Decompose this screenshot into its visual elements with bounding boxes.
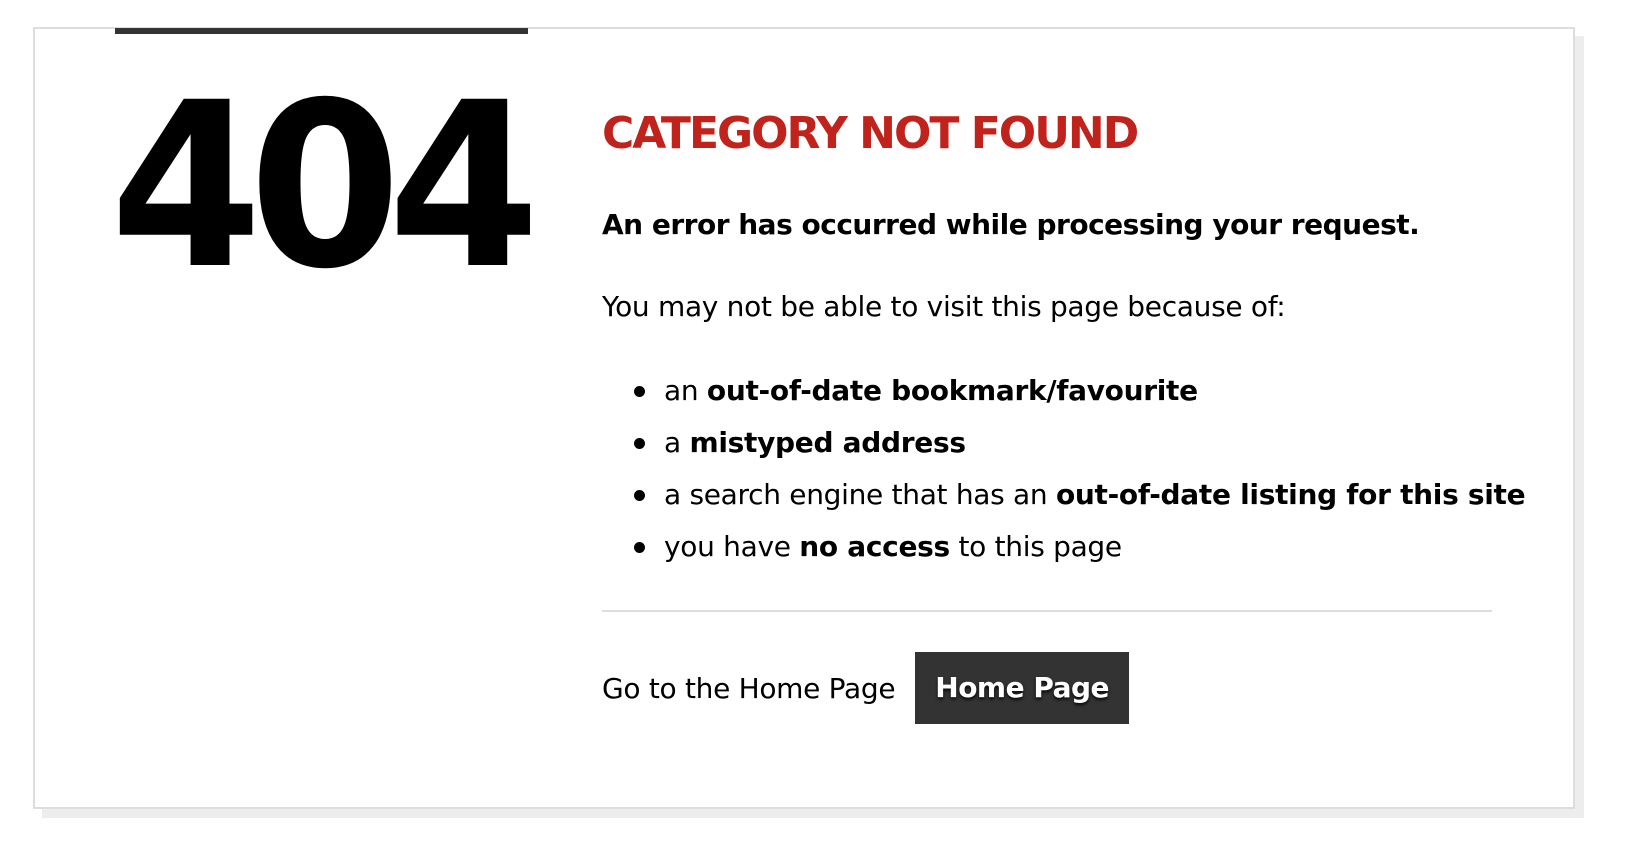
reason-emphasis: out-of-date listing for this site <box>1055 478 1526 511</box>
home-text: Go to the Home Page <box>602 671 896 705</box>
reason-suffix: to this page <box>949 530 1122 563</box>
home-row: Go to the Home Page Home Page <box>602 652 1130 724</box>
divider <box>602 610 1492 612</box>
error-code: 404 <box>110 53 540 319</box>
list-item: you have no access to this page <box>634 521 1525 573</box>
list-item: a search engine that has an out-of-date … <box>634 469 1526 521</box>
reason-emphasis: out-of-date bookmark/favourite <box>706 374 1198 407</box>
reasons-list: an out-of-date bookmark/favourite a mist… <box>602 365 1526 573</box>
bullet-icon <box>634 438 645 449</box>
reason-emphasis: no access <box>799 530 950 563</box>
reason-prefix: a search engine that has an <box>664 478 1056 511</box>
list-item: an out-of-date bookmark/favourite <box>634 365 1525 417</box>
reason-prefix: a <box>664 426 690 459</box>
accent-bar <box>115 28 528 34</box>
reasons-intro: You may not be able to visit this page b… <box>602 290 1286 323</box>
error-message: An error has occurred while processing y… <box>602 208 1420 241</box>
reason-prefix: an <box>664 374 707 407</box>
list-item: a mistyped address <box>634 417 1525 469</box>
bullet-icon <box>634 490 645 501</box>
bullet-icon <box>634 542 645 553</box>
reason-emphasis: mistyped address <box>689 426 966 459</box>
error-title: CATEGORY NOT FOUND <box>602 108 1139 159</box>
bullet-icon <box>634 386 645 397</box>
reason-prefix: you have <box>664 530 800 563</box>
home-page-button[interactable]: Home Page <box>915 652 1130 724</box>
